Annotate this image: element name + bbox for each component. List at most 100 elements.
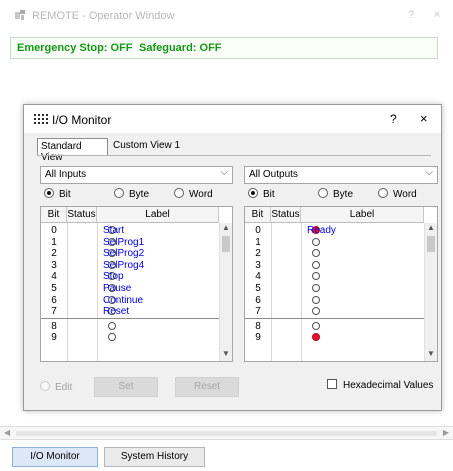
signal-label: Ready [307, 225, 336, 236]
safety-status-bar: Emergency Stop: OFF Safeguard: OFF [10, 37, 438, 59]
bit-number: 4 [255, 271, 261, 283]
scroll-down-icon[interactable]: ▼ [220, 349, 232, 361]
column-header-label[interactable]: Label [301, 207, 424, 223]
table-row[interactable]: 1 [245, 237, 424, 248]
bit-number: 7 [51, 306, 57, 318]
scroll-thumb[interactable] [222, 236, 230, 252]
signal-label [307, 237, 419, 248]
outputs-format-radios: Bit Byte Word [244, 188, 438, 202]
signal-label [103, 332, 214, 343]
inputs-radio-bit[interactable]: Bit [44, 188, 71, 202]
column-header-bit[interactable]: Bit [41, 207, 67, 223]
table-row[interactable]: 0 Ready [245, 225, 424, 236]
radio-label: Byte [333, 189, 354, 200]
edit-toggle[interactable]: Edit [40, 381, 72, 393]
signal-label: Start [103, 225, 125, 236]
table-row[interactable]: 9 [245, 332, 424, 343]
outputs-filter-select[interactable]: All Outputs ⌵ [244, 166, 438, 184]
window-close-button[interactable]: × [434, 9, 440, 21]
outputs-radio-byte[interactable]: Byte [318, 188, 353, 202]
bottom-tab-io-monitor[interactable]: I/O Monitor [12, 447, 98, 467]
signal-label [307, 283, 419, 294]
table-row[interactable]: 8 [41, 321, 219, 332]
bit-number: 1 [255, 236, 261, 248]
radio-selected-icon [44, 188, 54, 198]
checkbox-icon [327, 379, 337, 389]
radio-icon [40, 381, 50, 391]
scroll-down-icon[interactable]: ▼ [425, 349, 437, 361]
bit-number: 3 [51, 259, 57, 271]
scroll-right-icon[interactable]: ▶ [443, 428, 449, 437]
table-row[interactable]: 3 SelProg4 [41, 260, 219, 271]
workspace-horizontal-scrollbar[interactable]: ◀ ▶ [0, 426, 453, 440]
radio-selected-icon [248, 188, 258, 198]
tab-standard-view[interactable]: Standard View [37, 138, 108, 163]
set-button[interactable]: Set [94, 377, 158, 397]
scroll-left-icon[interactable]: ◀ [4, 428, 10, 437]
dialog-help-button[interactable]: ? [390, 112, 397, 126]
table-row[interactable]: 8 [245, 321, 424, 332]
signal-label [103, 321, 214, 332]
table-row[interactable]: 6 Continue [41, 295, 219, 306]
bottom-tab-bar: I/O Monitor System History [0, 440, 453, 471]
dialog-header: I/O Monitor ? × [24, 105, 441, 133]
table-row[interactable]: 4 [245, 271, 424, 282]
reset-button[interactable]: Reset [175, 377, 239, 397]
scroll-track[interactable] [16, 431, 437, 436]
outputs-radio-word[interactable]: Word [378, 188, 417, 202]
scroll-up-icon[interactable]: ▲ [425, 223, 437, 235]
bit-number: 6 [255, 294, 261, 306]
bit-number: 9 [51, 332, 57, 344]
table-row[interactable]: 1 SelProg1 [41, 237, 219, 248]
bottom-tab-system-history[interactable]: System History [104, 447, 205, 467]
table-row[interactable]: 4 Stop [41, 271, 219, 282]
signal-label: Reset [103, 306, 130, 318]
tab-custom-view-1[interactable]: Custom View 1 [110, 138, 183, 155]
signal-label [307, 321, 419, 332]
hexadecimal-checkbox[interactable]: Hexadecimal Values [327, 379, 433, 391]
table-row[interactable]: 2 [245, 248, 424, 259]
table-vertical-scrollbar[interactable]: ▲ ▼ [424, 223, 437, 361]
table-row[interactable]: 5 [245, 283, 424, 294]
inputs-radio-byte[interactable]: Byte [114, 188, 149, 202]
table-row[interactable]: 5 Pause [41, 283, 219, 294]
signal-label: SelProg1 [103, 236, 145, 248]
radio-icon [114, 188, 124, 198]
inputs-table: Bit Status Label 0 Start 1 SelProg1 2 SelProg2 3 S… [40, 206, 233, 362]
outputs-radio-bit[interactable]: Bit [248, 188, 275, 202]
chevron-down-icon: ⌵ [425, 167, 433, 178]
radio-label: Byte [129, 189, 150, 200]
inputs-radio-word[interactable]: Word [174, 188, 213, 202]
scroll-thumb[interactable] [427, 236, 435, 252]
signal-label: SelProg4 [103, 259, 145, 271]
column-header-status[interactable]: Status [271, 207, 301, 223]
table-row[interactable]: 7 Reset [41, 306, 219, 317]
inputs-filter-select[interactable]: All Inputs ⌵ [40, 166, 233, 184]
window-title: REMOTE - Operator Window [32, 10, 175, 22]
column-header-label[interactable]: Label [97, 207, 219, 223]
robot-app-icon [15, 10, 25, 20]
signal-label: Pause [103, 283, 132, 294]
table-row[interactable]: 0 Start [41, 225, 219, 236]
window-help-button[interactable]: ? [408, 9, 414, 21]
bit-number: 6 [51, 294, 57, 306]
signal-label [307, 306, 419, 317]
column-header-bit[interactable]: Bit [245, 207, 271, 223]
table-row[interactable]: 2 SelProg2 [41, 248, 219, 259]
row-separator [245, 317, 424, 319]
scroll-up-icon[interactable]: ▲ [220, 223, 232, 235]
table-row[interactable]: 7 [245, 306, 424, 317]
table-row[interactable]: 9 [41, 332, 219, 343]
dialog-close-button[interactable]: × [420, 111, 428, 126]
bit-number: 5 [255, 283, 261, 294]
edit-label: Edit [55, 382, 73, 393]
bit-number: 2 [255, 248, 261, 260]
bit-number: 4 [51, 271, 57, 283]
column-header-status[interactable]: Status [67, 207, 97, 223]
table-vertical-scrollbar[interactable]: ▲ ▼ [219, 223, 232, 361]
bit-number: 7 [255, 306, 261, 318]
table-row[interactable]: 3 [245, 260, 424, 271]
radio-icon [174, 188, 184, 198]
table-row[interactable]: 6 [245, 295, 424, 306]
table-header: Bit Status Label [245, 207, 424, 223]
